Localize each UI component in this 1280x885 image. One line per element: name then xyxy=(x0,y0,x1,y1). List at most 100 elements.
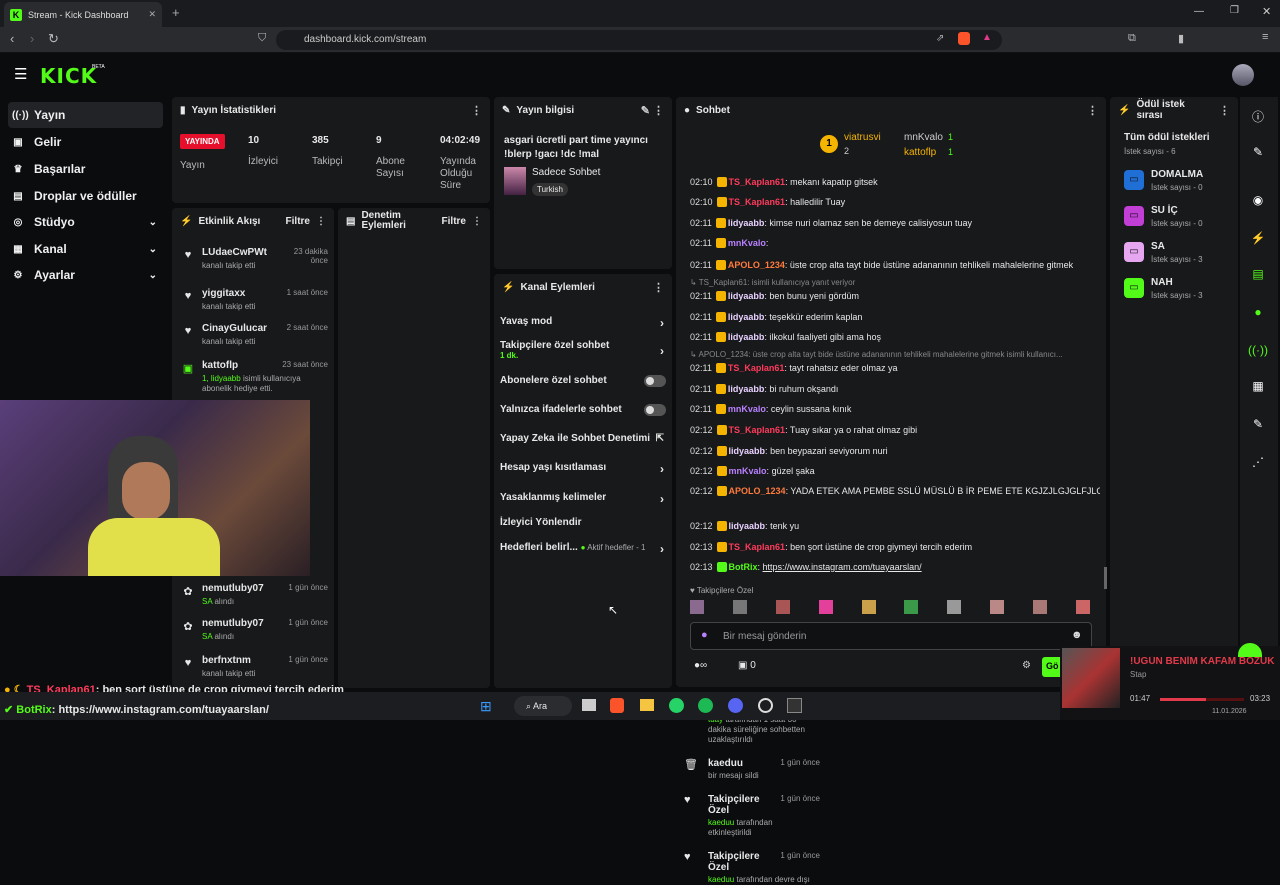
more-icon[interactable]: ⋮ xyxy=(472,216,482,227)
new-tab-icon[interactable]: + xyxy=(172,5,180,20)
chat-username[interactable]: lidyaabb xyxy=(728,312,765,322)
chat-message[interactable]: 02:13 BotRix: https://www.instagram.com/t… xyxy=(690,562,1100,572)
chat-message[interactable]: 02:10 TS_Kaplan61: halledilir Tuay xyxy=(690,197,1100,207)
banned-words-item[interactable]: Yasaklanmış kelimeler › xyxy=(500,492,670,506)
followers-only-item[interactable]: Takipçilere özel sohbet 1 dk. › xyxy=(500,340,670,360)
chat-settings-icon[interactable]: ⚙ xyxy=(1022,660,1031,671)
emote-icon[interactable] xyxy=(775,600,790,614)
slow-mode-item[interactable]: Yavaş mod › xyxy=(500,316,670,330)
brave-rewards-icon[interactable]: ▲ xyxy=(982,32,992,43)
share-icon[interactable]: ⇗ xyxy=(936,33,944,44)
back-icon[interactable]: ‹ xyxy=(10,31,14,46)
app-icon[interactable] xyxy=(787,698,802,713)
emoji-icon[interactable]: ☻ xyxy=(1071,629,1083,641)
info-icon[interactable]: ⓘ xyxy=(1244,102,1272,130)
chat-message[interactable]: 02:11 mnKvalo: xyxy=(690,238,1100,248)
avatar[interactable] xyxy=(1232,64,1254,86)
chat-message[interactable]: 02:11 mnKvalo: ceylin sussana kınık xyxy=(690,404,1100,414)
progress-track[interactable] xyxy=(1160,698,1244,701)
browser-tab[interactable]: K Stream - Kick Dashboard ✕ xyxy=(4,2,162,27)
chat-username[interactable]: TS_Kaplan61 xyxy=(728,363,785,373)
emote-icon[interactable] xyxy=(818,600,833,614)
camera-icon[interactable]: ◉ xyxy=(1244,186,1272,214)
share-icon[interactable]: ⋰ xyxy=(1244,448,1272,476)
bolt-icon[interactable]: ⚡ xyxy=(1244,224,1272,252)
sidebar-item-gelir[interactable]: ▣ Gelir xyxy=(8,129,163,155)
more-icon[interactable]: ⋮ xyxy=(653,281,664,294)
emote-icon[interactable] xyxy=(947,600,962,614)
reward-item[interactable]: ▭ NAH İstek sayısı - 3 xyxy=(1124,276,1234,306)
sidebar-item-yayin[interactable]: ((·)) Yayın xyxy=(8,102,163,128)
windows-start-icon[interactable]: ⊞ xyxy=(480,698,492,715)
chat-message[interactable]: 02:12 mnKvalo: güzel şaka xyxy=(690,466,1100,476)
window-close-icon[interactable]: ✕ xyxy=(1262,5,1271,18)
chat-scrollbar[interactable] xyxy=(1104,567,1107,589)
all-rewards-label[interactable]: Tüm ödül istekleri xyxy=(1124,132,1210,143)
sidebar-item-droplar[interactable]: ▤ Droplar ve ödüller xyxy=(8,183,163,209)
layout-icon[interactable]: ▦ xyxy=(1244,372,1272,400)
forward-icon[interactable]: › xyxy=(30,31,34,46)
document-icon[interactable]: ▤ xyxy=(1244,260,1272,288)
brave-shield-icon[interactable] xyxy=(958,32,970,45)
sidebar-item-kanal[interactable]: ▦ Kanal ⌄ xyxy=(8,236,163,262)
emote-icon[interactable] xyxy=(690,600,704,614)
sidebar-item-ayarlar[interactable]: ⚙ Ayarlar ⌄ xyxy=(8,262,163,288)
sidebar-icon[interactable]: ▮ xyxy=(1178,32,1184,45)
ai-moderation-item[interactable]: Yapay Zeka ile Sohbet Denetimi ⇱ xyxy=(500,433,670,444)
chat-username[interactable]: lidyaabb xyxy=(728,291,765,301)
chat-username[interactable]: TS_Kaplan61 xyxy=(729,197,786,207)
chat-message[interactable]: 02:11 lidyaabb: ilkokul faaliyeti gibi am… xyxy=(690,332,1100,342)
chat-message[interactable]: 02:12 APOLO_1234: YADA ETEK AMA PEMBE SSL… xyxy=(690,486,1100,496)
reward-item[interactable]: ▭ DOMALMA İstek sayısı - 0 xyxy=(1124,168,1234,198)
obs-icon[interactable] xyxy=(758,698,773,713)
wrench-icon[interactable]: ✎ xyxy=(1244,410,1272,438)
chat-message[interactable]: 02:11 lidyaabb: kimse nuri olamaz sen be … xyxy=(690,218,1100,228)
emote-icon[interactable] xyxy=(861,600,876,614)
more-icon[interactable]: ⋮ xyxy=(1219,104,1230,117)
chat-username[interactable]: TS_Kaplan61 xyxy=(729,177,786,187)
chat-message[interactable]: ↳ APOLO_1234: üste crop alta tayt bide ü… xyxy=(690,350,1100,359)
more-icon[interactable]: ⋮ xyxy=(471,104,482,117)
edit-icon[interactable]: ✎ ⋮ xyxy=(641,104,664,117)
chat-username[interactable]: lidyaabb xyxy=(728,332,765,342)
folder-icon[interactable] xyxy=(640,699,654,711)
chat-message[interactable]: 02:11 lidyaabb: bi ruhum okşandı xyxy=(690,384,1100,394)
emote-icon[interactable] xyxy=(990,600,1005,614)
chat-username[interactable]: mnKvalo xyxy=(728,238,766,248)
chat-username[interactable]: lidyaabb xyxy=(729,446,766,456)
maximize-icon[interactable]: ❐ xyxy=(1230,5,1239,16)
chat-message[interactable]: 02:13 TS_Kaplan61: ben şort üstüne de cro… xyxy=(690,542,1100,552)
more-icon[interactable]: ⋮ xyxy=(1087,104,1098,117)
task-view-icon[interactable] xyxy=(582,699,596,711)
chat-message[interactable]: 02:12 lidyaabb: ben beypazari seviyorum n… xyxy=(690,446,1100,456)
chat-message[interactable]: 02:11 APOLO_1234: üste crop alta tayt bid… xyxy=(690,259,1100,271)
discord-icon[interactable] xyxy=(728,698,743,713)
chat-username[interactable]: lidyaabb xyxy=(729,521,766,531)
taskbar-search[interactable]: ⌕ Ara xyxy=(514,696,572,716)
emote-icon[interactable] xyxy=(1075,600,1090,614)
chat-username[interactable]: mnKvalo xyxy=(729,466,767,476)
minimize-icon[interactable]: — xyxy=(1194,6,1204,17)
filter-button[interactable]: Filtre xyxy=(286,216,310,227)
chat-message[interactable]: 02:10 TS_Kaplan61: mekanı kapatıp gitsek xyxy=(690,177,1100,187)
sidebar-item-studyo[interactable]: ◎ Stüdyo ⌄ xyxy=(8,209,163,235)
mic-icon[interactable]: ● xyxy=(701,629,708,641)
reload-icon[interactable]: ↻ xyxy=(48,31,59,47)
chat-message[interactable]: 02:12 lidyaabb: tenk yu xyxy=(690,521,1100,531)
chat-input[interactable]: ● Bir mesaj gönderin ☻ xyxy=(690,622,1092,650)
chat-message[interactable]: ↳ TS_Kaplan61: isimli kullanıcıya yanıt … xyxy=(690,278,1100,287)
chat-icon[interactable]: ● xyxy=(1244,298,1272,326)
chat-message[interactable]: 02:11 TS_Kaplan61: tayt rahatsız eder olm… xyxy=(690,363,1100,373)
emote-icon[interactable] xyxy=(904,600,919,614)
pencil-icon[interactable]: ✎ xyxy=(1244,138,1272,166)
chat-username[interactable]: APOLO_1234 xyxy=(728,260,785,270)
chat-username[interactable]: lidyaabb xyxy=(728,384,765,394)
goals-item[interactable]: Hedefleri belirl... ● Aktif hedefler - 1… xyxy=(500,542,670,556)
brave-icon[interactable] xyxy=(610,698,624,713)
points-icon[interactable]: ●∞ xyxy=(694,660,707,671)
chat-username[interactable]: lidyaabb xyxy=(728,218,765,228)
more-icon[interactable]: ⋮ xyxy=(316,216,326,227)
chat-username[interactable]: BotRix xyxy=(729,562,758,572)
subs-only-toggle[interactable] xyxy=(644,375,666,387)
filter-button[interactable]: Filtre xyxy=(442,216,466,227)
